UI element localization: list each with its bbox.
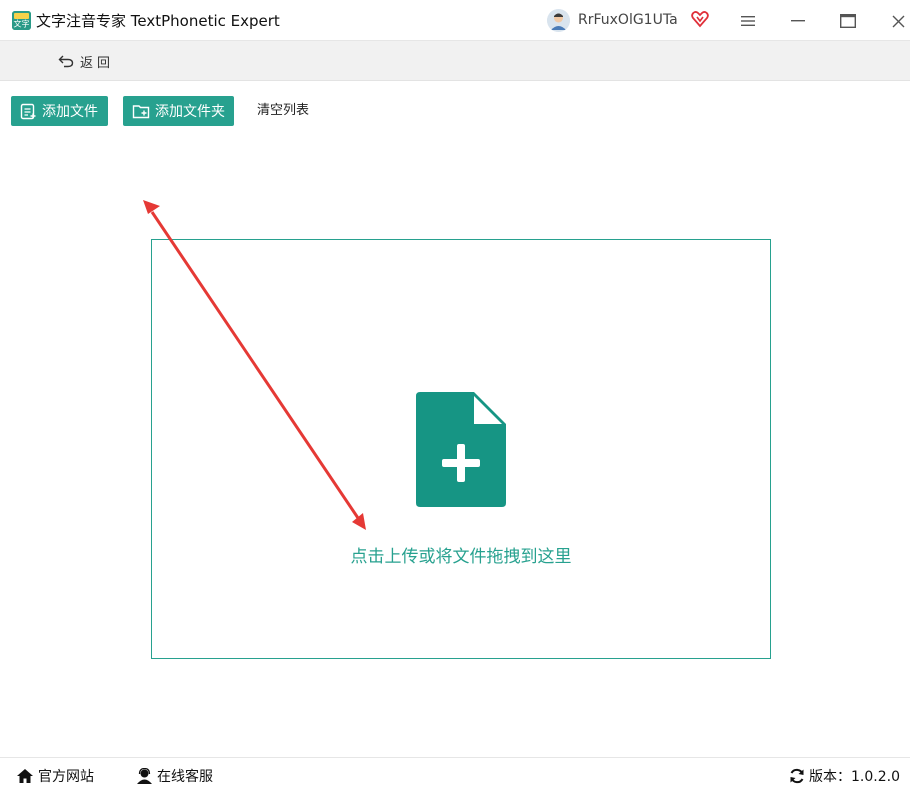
version-label: 版本：1.0.2.0 (809, 769, 900, 785)
back-button[interactable]: 返回 (58, 51, 114, 71)
title-bar: 文字 文字注音专家 TextPhonetic Expert RrFuxOlG1U… (0, 0, 910, 41)
username[interactable]: RrFuxOlG1UTa (578, 10, 678, 30)
home-icon (17, 769, 33, 783)
official-website-label: 官方网站 (38, 769, 94, 785)
back-arrow-icon (58, 55, 74, 68)
minimize-button[interactable] (785, 8, 811, 34)
close-button[interactable] (885, 8, 910, 34)
online-support-link[interactable]: 在线客服 (136, 766, 213, 786)
maximize-icon (840, 14, 856, 28)
app-logo-icon: 文字 (12, 11, 31, 30)
add-folder-icon (132, 104, 150, 118)
avatar[interactable] (547, 9, 570, 32)
add-file-label: 添加文件 (42, 104, 98, 120)
minimize-icon (791, 20, 805, 22)
official-website-link[interactable]: 官方网站 (16, 766, 94, 786)
app-window: 文字 文字注音专家 TextPhonetic Expert RrFuxOlG1U… (0, 0, 910, 791)
menu-button[interactable] (735, 8, 761, 34)
file-plus-icon (416, 392, 506, 507)
add-file-button[interactable]: 添加文件 (11, 96, 108, 126)
app-title: 文字注音专家 TextPhonetic Expert (36, 12, 280, 30)
nav-bar: 返回 (0, 41, 910, 81)
add-folder-label: 添加文件夹 (155, 104, 225, 120)
add-folder-button[interactable]: 添加文件夹 (123, 96, 234, 126)
menu-icon (741, 16, 755, 26)
version-info: 版本：1.0.2.0 (789, 766, 900, 786)
add-file-icon (20, 103, 36, 119)
file-drop-zone[interactable]: 点击上传或将文件拖拽到这里 (151, 239, 771, 659)
online-support-label: 在线客服 (157, 769, 213, 785)
clear-list-button[interactable]: 清空列表 (257, 102, 309, 120)
maximize-button[interactable] (835, 8, 861, 34)
drop-zone-hint: 点击上传或将文件拖拽到这里 (350, 547, 572, 567)
close-icon (892, 15, 904, 27)
vip-heart-icon[interactable] (691, 10, 709, 28)
footer: 官方网站 在线客服 版本：1.0.2.0 (0, 757, 910, 791)
back-label: 返回 (80, 55, 115, 71)
customer-service-icon (137, 768, 152, 784)
app-logo-text: 文字 (14, 19, 30, 29)
refresh-icon (790, 768, 804, 784)
